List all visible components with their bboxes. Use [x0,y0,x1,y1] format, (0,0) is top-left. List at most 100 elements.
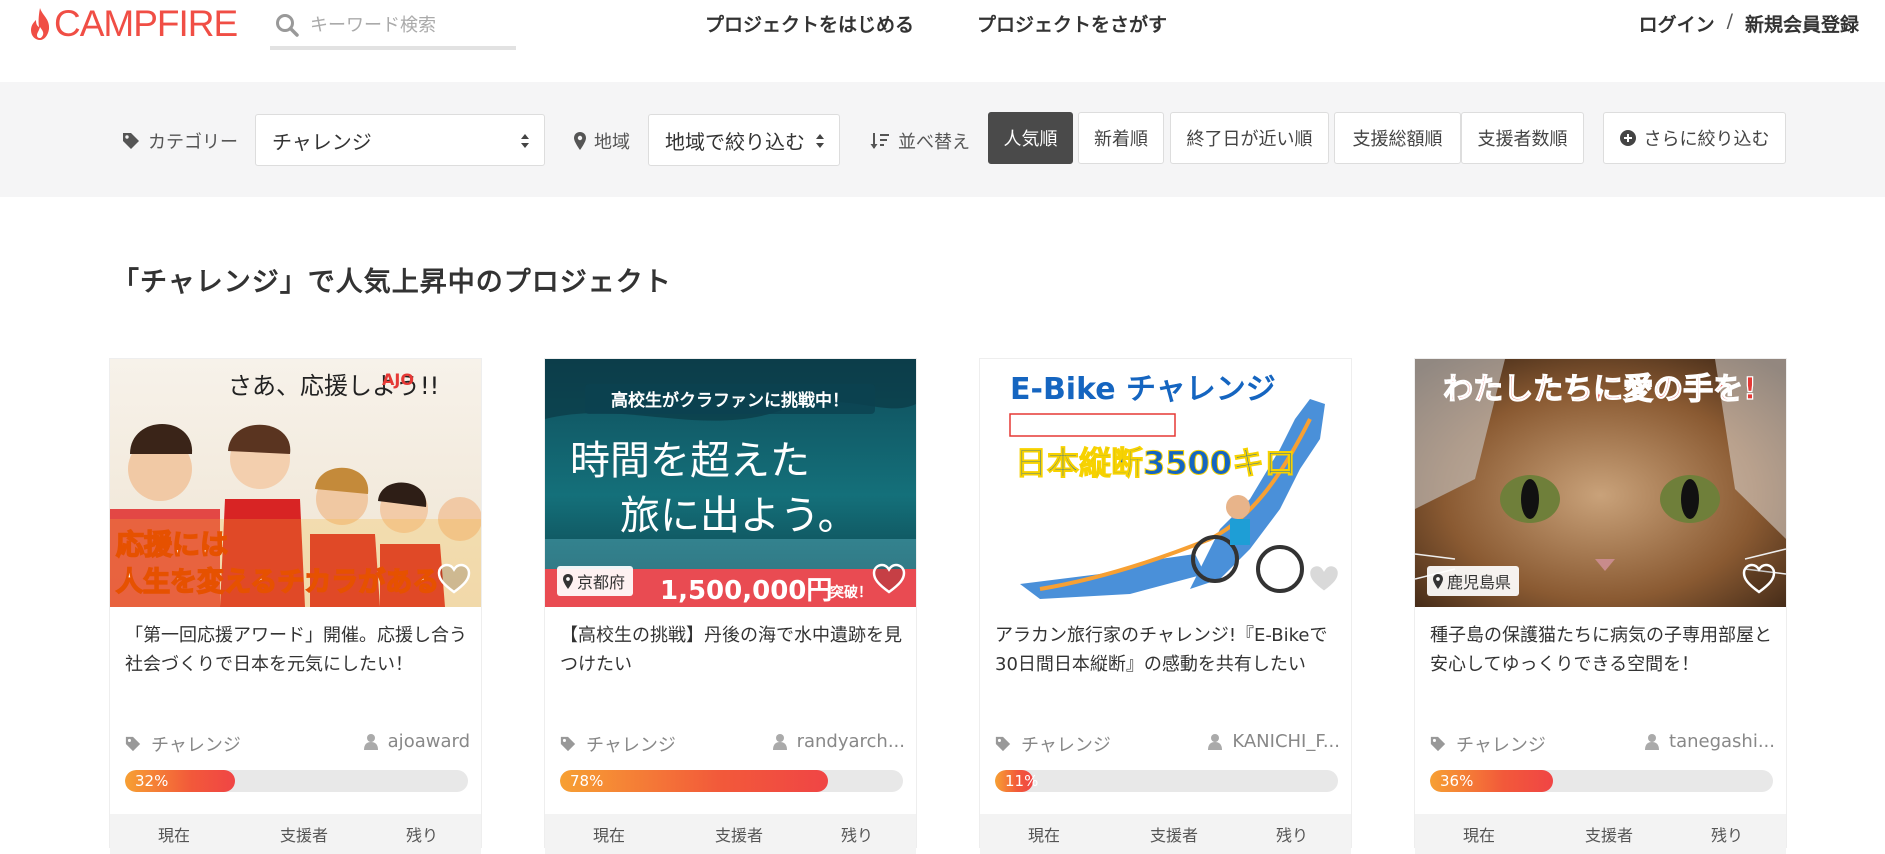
project-owner[interactable]: tanegashi... [1645,731,1775,752]
location-text: 鹿児島県 [1447,573,1512,592]
map-pin-icon [1433,573,1443,589]
search-input[interactable] [310,14,500,36]
project-meta: チャレンジ tanegashi... [1430,731,1775,757]
owner-text: randyarch... [796,731,905,752]
owner-text: ajoaward [387,731,470,752]
project-stats: 現在 支援者 残り [545,814,916,854]
project-category[interactable]: チャレンジ [560,731,676,757]
project-title[interactable]: 「第一回応援アワード」開催。応援し合う社会づくりで日本を元気にしたい！ [125,621,470,679]
svg-text:わたしたちに愛の手を!: わたしたちに愛の手を! [1443,372,1757,407]
stat-supporters-label: 支援者 [280,826,329,845]
project-category[interactable]: チャレンジ [995,731,1111,757]
project-category[interactable]: チャレンジ [1430,731,1546,757]
svg-text:E-Bike チャレンジ: E-Bike チャレンジ [1010,372,1276,407]
project-card[interactable]: 高校生がクラファンに挑戦中！ 時間を超えた 旅に出よう。 1,500,000円 … [544,358,917,854]
tag-icon [560,736,576,752]
heart-icon[interactable] [1742,563,1776,595]
progress-bar: 36% [1430,770,1773,792]
stat-supporters-label: 支援者 [715,826,764,845]
campfire-logo[interactable]: CAMPFIRE [28,3,238,44]
sort-popular-button[interactable]: 人気順 [988,112,1073,164]
svg-text:応援には: 応援には [116,528,228,561]
sort-supporters-button[interactable]: 支援者数順 [1461,112,1584,164]
category-text: チャレンジ [1021,735,1111,756]
nav-start-project[interactable]: プロジェクトをはじめる [705,10,914,37]
register-link[interactable]: 新規会員登録 [1745,10,1859,37]
category-text: チャレンジ [586,735,676,756]
user-icon [1645,733,1660,750]
plus-circle-icon [1619,130,1636,146]
sort-total-amount-button[interactable]: 支援総額順 [1334,112,1461,164]
stat-remaining-label: 残り [1711,826,1744,845]
project-stats: 現在 支援者 残り [110,814,481,854]
tag-icon [1430,736,1446,752]
sort-newest-button[interactable]: 新着順 [1078,112,1164,164]
svg-text:時間を超えた: 時間を超えた [570,438,810,484]
category-filter-label: カテゴリー [122,128,238,154]
project-thumbnail[interactable]: さあ、応援しよう!! AJO 応援には 人生を変えるチカラがある [110,359,481,607]
project-card[interactable]: E-Bike チャレンジ 日本縦断3500キロ アラカン旅行家のチャレンジ!『E… [979,358,1352,854]
map-pin-icon [563,573,573,589]
progress-label: 78% [570,772,604,790]
location-badge: 京都府 [557,566,634,596]
region-filter-label: 地域 [574,128,630,154]
project-card[interactable]: わたしたちに愛の手を! 鹿児島県 種子島の保護猫たちに病気の子専用部屋と安心して… [1414,358,1787,854]
auth-links: ログイン / 新規会員登録 [1639,10,1859,37]
svg-text:高校生がクラファンに挑戦中！: 高校生がクラファンに挑戦中！ [611,390,849,411]
heart-icon[interactable] [872,563,906,595]
stat-supporters-label: 支援者 [1150,826,1199,845]
tag-icon [995,736,1011,752]
section-title: 「チャレンジ」で人気上昇中のプロジェクト [112,267,672,298]
stat-current-label: 現在 [1028,826,1061,845]
stat-remaining-label: 残り [1276,826,1309,845]
project-category[interactable]: チャレンジ [125,731,241,757]
svg-text:1,500,000円: 1,500,000円 [660,576,832,606]
category-text: チャレンジ [1456,735,1546,756]
project-stats: 現在 支援者 残り [1415,814,1786,854]
location-badge: 鹿児島県 [1427,566,1520,596]
progress-bar: 11% [995,770,1338,792]
svg-text:突破！: 突破！ [830,584,872,601]
auth-separator: / [1726,10,1733,32]
project-owner[interactable]: ajoaward [363,731,470,752]
region-select[interactable]: 地域で絞り込む [648,114,840,166]
project-title[interactable]: 種子島の保護猫たちに病気の子専用部屋と安心してゆっくりできる空間を！ [1430,621,1775,679]
login-link[interactable]: ログイン [1639,10,1715,37]
category-select-value: チャレンジ [272,129,372,154]
svg-text:日本縦断3500キロ: 日本縦断3500キロ [1015,444,1296,482]
sort-ending-soon-button[interactable]: 終了日が近い順 [1170,112,1329,164]
project-title[interactable]: 【高校生の挑戦】丹後の海で水中遺跡を見つけたい [560,621,905,679]
user-icon [1208,733,1223,750]
location-text: 京都府 [577,573,626,592]
heart-icon[interactable] [1307,563,1341,595]
project-title[interactable]: アラカン旅行家のチャレンジ!『E-Bikeで30日間日本縦断』の感動を共有したい [995,621,1340,679]
category-label-text: カテゴリー [148,132,238,153]
svg-text:AJO: AJO [382,370,414,389]
owner-text: KANICHI_F... [1232,731,1340,752]
user-icon [363,733,378,750]
progress-bar: 78% [560,770,903,792]
search-box[interactable] [270,4,516,50]
project-image: E-Bike チャレンジ 日本縦断3500キロ [980,359,1351,607]
project-thumbnail[interactable]: E-Bike チャレンジ 日本縦断3500キロ [980,359,1351,607]
more-filters-label: さらに絞り込む [1643,129,1770,150]
project-meta: チャレンジ KANICHI_F... [995,731,1340,757]
region-label-text: 地域 [594,132,630,153]
site-header: CAMPFIRE プロジェクトをはじめる プロジェクトをさがす ログイン / 新… [0,0,1885,82]
project-owner[interactable]: KANICHI_F... [1208,731,1340,752]
logo-text: CAMPFIRE [54,3,238,44]
project-meta: チャレンジ randyarch... [560,731,905,757]
project-owner[interactable]: randyarch... [772,731,905,752]
stat-supporters-label: 支援者 [1585,826,1634,845]
map-pin-icon [574,132,586,150]
project-card[interactable]: さあ、応援しよう!! AJO 応援には 人生を変えるチカラがある 「第一回応援ア… [109,358,482,854]
more-filters-button[interactable]: さらに絞り込む [1603,112,1786,164]
progress-bar: 32% [125,770,468,792]
tag-icon [125,736,141,752]
category-select[interactable]: チャレンジ [255,114,545,166]
svg-text:旅に出よう。: 旅に出よう。 [620,493,858,539]
nav-find-project[interactable]: プロジェクトをさがす [977,10,1167,37]
stat-current-label: 現在 [1463,826,1496,845]
heart-icon[interactable] [437,563,471,595]
search-icon [276,14,299,37]
